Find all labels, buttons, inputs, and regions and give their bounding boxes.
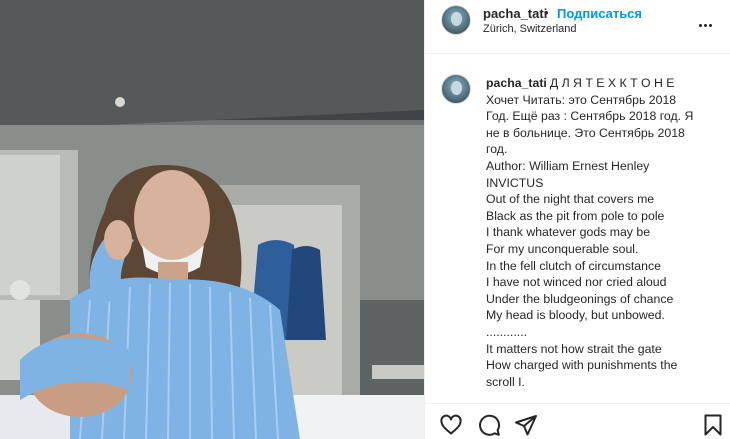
- bookmark-icon[interactable]: [701, 413, 725, 437]
- caption-line: For my unconquerable soul.: [486, 241, 639, 256]
- post-side-panel: pacha_tati • Подписаться Zürich, Switzer…: [424, 0, 730, 439]
- caption-line-0: pacha_tati Д Л Я Т Е Х К Т О Н Е: [486, 75, 722, 92]
- separator-dot: •: [544, 5, 549, 20]
- caption-text: pacha_tati Д Л Я Т Е Х К Т О Н Е Хочет Чи…: [486, 75, 722, 390]
- caption-line: scroll I.: [486, 374, 525, 389]
- avatar[interactable]: [441, 5, 471, 35]
- location-link[interactable]: Zürich, Switzerland: [483, 23, 577, 35]
- post-photo[interactable]: [0, 0, 424, 439]
- caption-line: Under the bludgeonings of chance: [486, 291, 674, 306]
- caption-line: In the fell clutch of circumstance: [486, 258, 661, 273]
- caption-line: Author: William Ernest Henley: [486, 158, 650, 173]
- caption-area[interactable]: pacha_tati Д Л Я Т Е Х К Т О Н Е Хочет Чи…: [425, 55, 730, 403]
- caption-line: It matters not how strait the gate: [486, 341, 662, 356]
- caption-line: I have not winced nor cried aloud: [486, 275, 667, 290]
- share-icon[interactable]: [514, 413, 538, 437]
- caption-line: Год. Ещё раз : Сентябрь 2018 год. Я: [486, 109, 694, 124]
- caption-line: Black as the pit from pole to pole: [486, 208, 665, 223]
- caption-avatar[interactable]: [441, 74, 471, 104]
- comment-icon[interactable]: [477, 413, 501, 437]
- post-header: pacha_tati • Подписаться Zürich, Switzer…: [425, 0, 730, 54]
- follow-button[interactable]: Подписаться: [557, 6, 642, 21]
- caption-heading: Д Л Я Т Е Х К Т О Н Е: [549, 76, 675, 90]
- caption-line: Out of the night that covers me: [486, 192, 655, 207]
- photo-illustration: [0, 0, 424, 439]
- caption-line: How charged with punishments the: [486, 358, 678, 373]
- caption-line: год.: [486, 142, 508, 157]
- caption-username[interactable]: pacha_tati: [486, 76, 547, 90]
- caption-line: My head is bloody, but unbowed.: [486, 308, 665, 323]
- caption-line: Хочет Читать: это Сентябрь 2018: [486, 92, 677, 107]
- caption-line: ............: [486, 324, 527, 339]
- action-bar: [425, 403, 730, 439]
- caption-line: I thank whatever gods may be: [486, 225, 651, 240]
- heart-icon[interactable]: [439, 413, 463, 437]
- caption-line: не в больнице. Это Сентябрь 2018: [486, 125, 685, 140]
- caption-line: INVICTUS: [486, 175, 544, 190]
- post-username[interactable]: pacha_tati: [483, 6, 547, 21]
- more-options-icon[interactable]: [699, 14, 717, 27]
